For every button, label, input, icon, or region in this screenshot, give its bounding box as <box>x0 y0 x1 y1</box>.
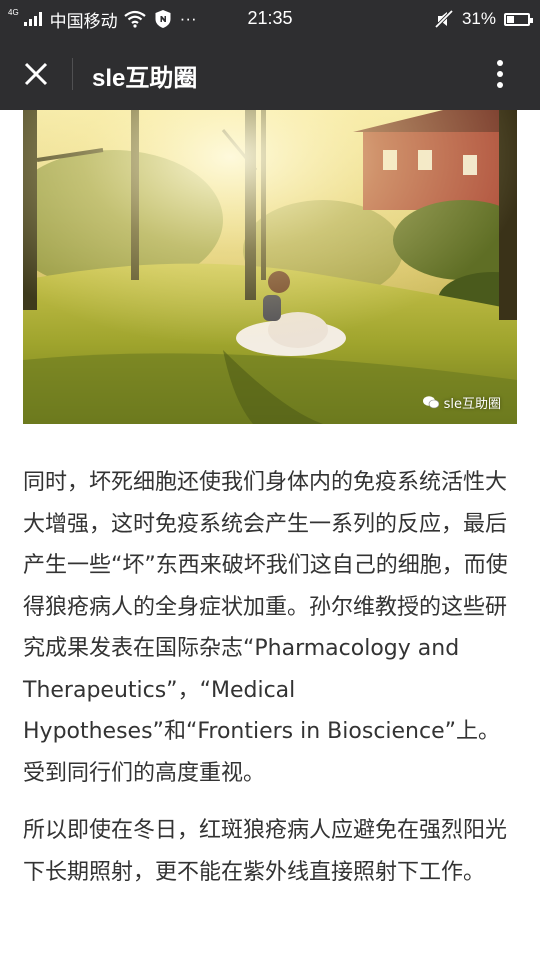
image-watermark: sle互助圈 <box>422 393 501 412</box>
more-menu-button[interactable] <box>478 52 522 96</box>
close-button[interactable] <box>12 50 60 98</box>
article-hero-image: sle互助圈 <box>23 110 517 424</box>
close-icon <box>24 62 48 86</box>
network-type: 4G <box>8 8 19 17</box>
battery-icon <box>504 12 533 26</box>
title-bar: sle互助圈 <box>0 38 540 110</box>
status-right: 31% <box>434 6 533 32</box>
shield-icon <box>155 10 171 28</box>
battery-percent: 31% <box>461 9 496 28</box>
status-left: 4G 中国移动 ··· <box>8 6 197 32</box>
battery-level-fill <box>507 15 514 23</box>
title-divider <box>72 58 73 90</box>
sunlit-meadow-photo <box>23 110 517 424</box>
mute-icon <box>434 9 454 29</box>
wechat-icon <box>422 396 439 409</box>
more-status-indicator: ··· <box>179 9 197 28</box>
article-paragraph: 所以即使在冬日，红斑狼疮病人应避免在强烈阳光下长期照射，更不能在紫外线直接照射下… <box>23 818 508 885</box>
watermark-text: sle互助圈 <box>443 397 501 412</box>
more-vertical-icon <box>497 60 503 88</box>
status-bar: 4G 中国移动 ··· 21:35 31% <box>0 0 540 38</box>
signal-icon <box>23 12 42 26</box>
carrier-label: 中国移动 <box>49 11 118 31</box>
article-paragraph: 同时，坏死细胞还使我们身体内的免疫系统活性大大增强，这时免疫系统会产生一系列的反… <box>23 470 508 786</box>
page-title: sle互助圈 <box>92 65 198 92</box>
article-body: 同时，坏死细胞还使我们身体内的免疫系统活性大大增强，这时免疫系统会产生一系列的反… <box>23 462 517 909</box>
wifi-icon <box>123 10 146 28</box>
